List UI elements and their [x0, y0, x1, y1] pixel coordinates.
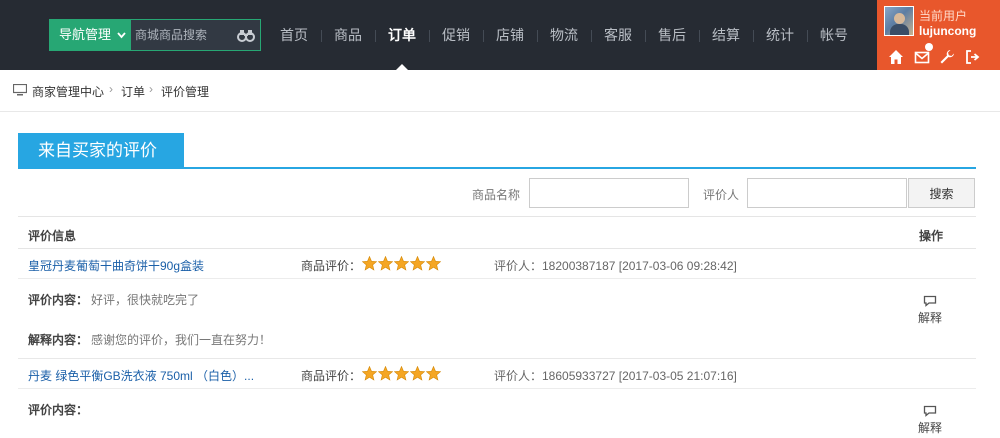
product-name-label: 商品名称	[472, 188, 521, 202]
comment-icon	[923, 405, 937, 417]
menu-item-promotion[interactable]: 促销	[429, 0, 483, 70]
search-button[interactable]: 搜索	[908, 178, 975, 208]
menu-item-store[interactable]: 店铺	[483, 0, 537, 70]
reviewer-label: 评价人	[703, 188, 740, 202]
breadcrumb-separator: ›	[149, 82, 153, 96]
home-icon[interactable]	[888, 49, 904, 65]
tab-buyer-reviews[interactable]: 来自买家的评价	[18, 133, 184, 169]
menu-item-home[interactable]: 首页	[267, 0, 321, 70]
star-icon	[410, 256, 425, 271]
star-icon	[426, 256, 441, 271]
review-body: 评价内容： 解释	[18, 390, 976, 438]
menu-item-orders[interactable]: 订单	[375, 0, 429, 70]
column-review-info: 评价信息	[28, 229, 77, 243]
breadcrumb-merchant-center[interactable]: 商家管理中心	[32, 83, 104, 100]
binoculars-icon[interactable]	[237, 26, 255, 44]
star-icon	[362, 366, 377, 381]
user-panel: 当前用户 lujuncong	[877, 0, 1000, 70]
reviewer-info: 评价人：18200387187 [2017-03-06 09:28:42]	[494, 259, 737, 273]
star-icon	[362, 256, 377, 271]
menu-item-account[interactable]: 帐号	[807, 0, 861, 70]
mall-search-input[interactable]	[135, 20, 235, 50]
star-icon	[394, 256, 409, 271]
reply-content: 感谢您的评价，我们一直在努力！	[91, 333, 272, 347]
breadcrumb-review-management: 评价管理	[161, 85, 210, 99]
rating-label: 商品评价：	[301, 369, 362, 383]
review-content: 好评，很快就吃完了	[91, 293, 200, 307]
current-user-label: 当前用户	[919, 9, 968, 23]
table-header: 评价信息 操作	[18, 216, 976, 249]
nav-management-label: 导航管理	[59, 27, 112, 42]
explain-button[interactable]: 解释	[914, 405, 946, 436]
rating-label: 商品评价：	[301, 259, 362, 273]
comment-icon	[923, 295, 937, 307]
star-icon	[394, 366, 409, 381]
star-icon	[378, 366, 393, 381]
notification-dot	[925, 43, 933, 51]
star-icon	[410, 366, 425, 381]
user-name[interactable]: lujuncong	[919, 24, 976, 38]
menu-item-logistics[interactable]: 物流	[537, 0, 591, 70]
reply-content-label: 解释内容：	[28, 333, 89, 347]
chevron-down-icon	[117, 19, 126, 65]
explain-button[interactable]: 解释	[914, 295, 946, 326]
review-content-label: 评价内容：	[28, 403, 89, 417]
product-name-input[interactable]	[529, 178, 689, 208]
column-action: 操作	[919, 229, 944, 243]
menu-item-goods[interactable]: 商品	[321, 0, 375, 70]
menu-item-customer-service[interactable]: 客服	[591, 0, 645, 70]
explain-label: 解释	[917, 311, 942, 325]
star-icon	[378, 256, 393, 271]
product-link[interactable]: 皇冠丹麦葡萄干曲奇饼干90g盒装	[28, 257, 268, 274]
star-icon	[426, 366, 441, 381]
menu-item-statistics[interactable]: 统计	[753, 0, 807, 70]
menu-item-settlement[interactable]: 结算	[699, 0, 753, 70]
table-row: 皇冠丹麦葡萄干曲奇饼干90g盒装 商品评价： 评价人：18200387187 […	[18, 249, 976, 279]
top-navigation-bar: 导航管理 首页 商品 订单 促销 店铺 物流 客服 售后	[0, 0, 1000, 71]
review-body: 评价内容： 好评，很快就吃完了 解释内容： 感谢您的评价，我们一直在努力！ 解释	[18, 280, 976, 358]
monitor-icon	[12, 83, 28, 96]
nav-management-button[interactable]: 导航管理	[49, 19, 131, 51]
tab-underline	[18, 167, 976, 169]
breadcrumb-orders[interactable]: 订单	[121, 83, 145, 100]
table-row: 丹麦 绿色平衡GB洗衣液 750ml （白色）... 商品评价： 评价人：186…	[18, 359, 976, 389]
reviewer-input[interactable]	[747, 178, 907, 208]
reviewer-info: 评价人：18605933727 [2017-03-05 21:07:16]	[494, 369, 737, 383]
explain-label: 解释	[917, 421, 942, 435]
menu-item-after-sales[interactable]: 售后	[645, 0, 699, 70]
breadcrumb: 商家管理中心 › 订单 › 评价管理	[0, 70, 1000, 112]
logout-icon[interactable]	[965, 49, 981, 65]
mail-icon[interactable]	[914, 49, 930, 65]
wrench-icon[interactable]	[939, 49, 955, 65]
avatar[interactable]	[884, 6, 914, 36]
mall-search-box	[131, 19, 261, 51]
product-link[interactable]: 丹麦 绿色平衡GB洗衣液 750ml （白色）...	[28, 367, 268, 384]
breadcrumb-separator: ›	[109, 82, 113, 96]
review-content-label: 评价内容：	[28, 293, 89, 307]
